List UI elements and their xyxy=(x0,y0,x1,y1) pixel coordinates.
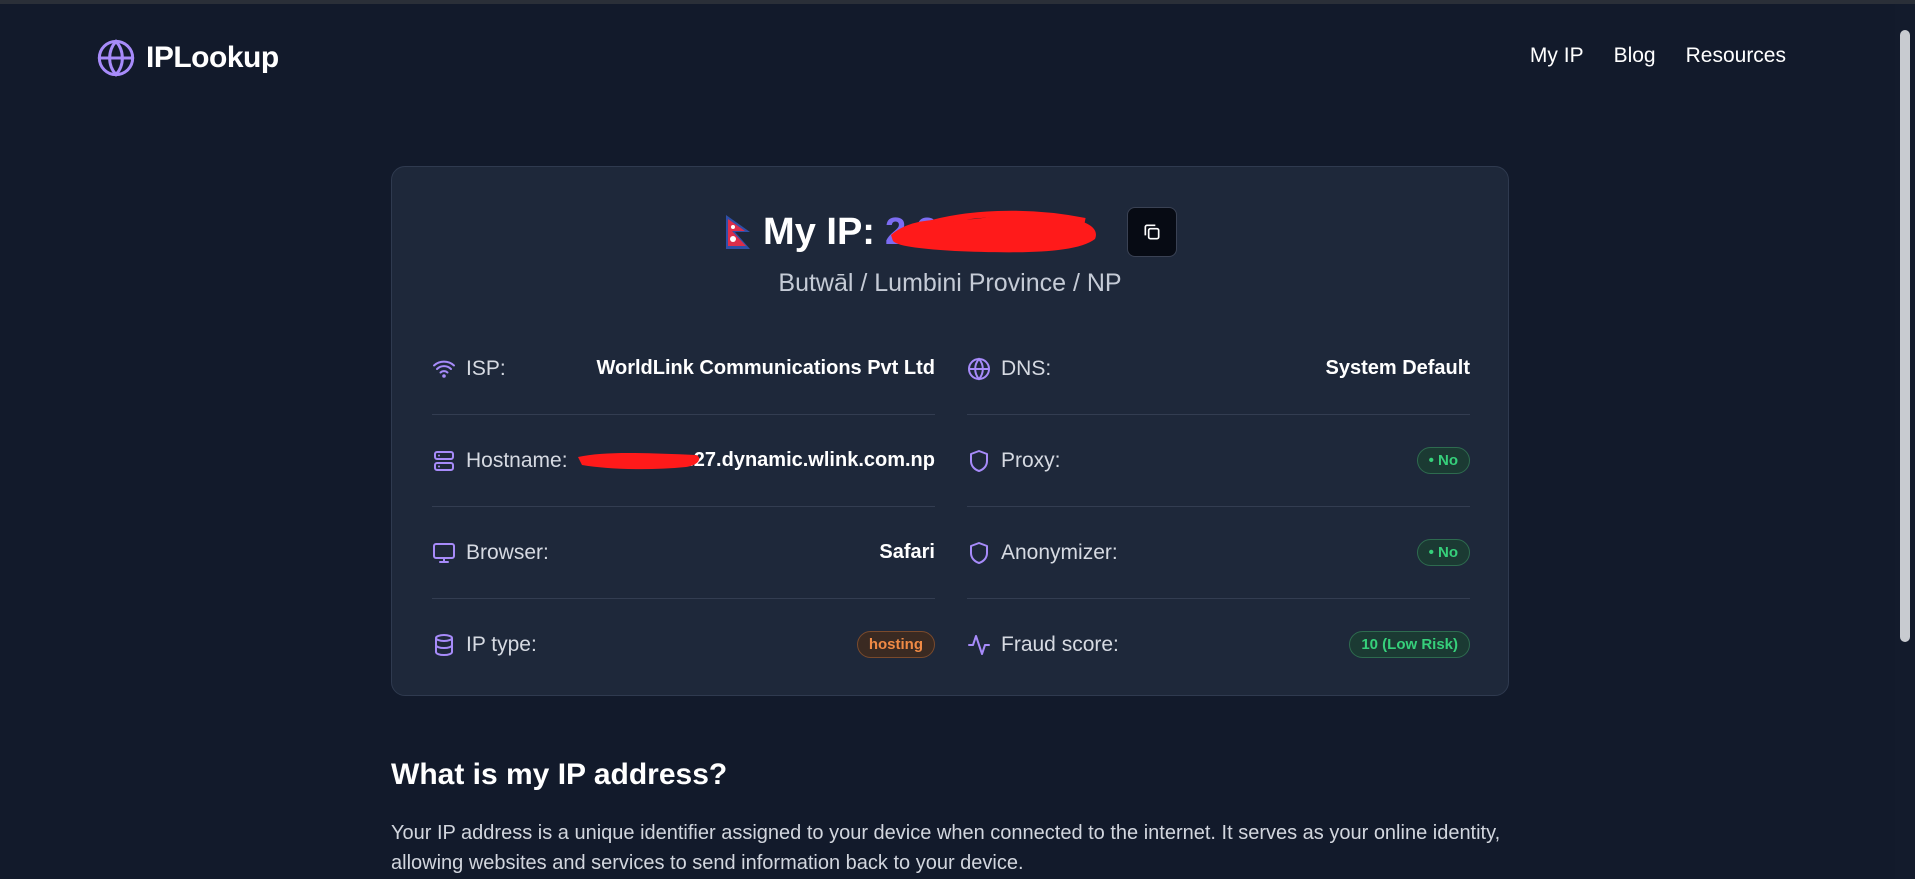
copy-ip-button[interactable] xyxy=(1126,207,1177,257)
detail-row-browser: Browser: Safari xyxy=(432,507,935,599)
ip-info-card: My IP: 2 3 Butwāl / Lumbini Province / N… xyxy=(391,166,1509,696)
proxy-status-badge: • No xyxy=(1416,447,1470,474)
detail-row-dns: DNS: System Default xyxy=(967,323,1470,415)
detail-row-fraud-score: Fraud score: 10 (Low Risk) xyxy=(967,599,1470,690)
ip-type-label: IP type: xyxy=(466,632,537,656)
isp-value: WorldLink Communications Pvt Ltd xyxy=(596,357,935,379)
anonymizer-status-badge: • No xyxy=(1416,539,1470,566)
scrollbar-thumb[interactable] xyxy=(1900,30,1910,642)
article-paragraph: Your IP address is a unique identifier a… xyxy=(391,822,1501,874)
ip-heading: My IP: 2 3 xyxy=(392,207,1508,257)
isp-label: ISP: xyxy=(466,356,506,380)
ip-label: My IP: xyxy=(763,210,875,253)
detail-row-hostname: Hostname: .27.dynamic.wlink.com.np xyxy=(432,415,935,507)
nav-resources[interactable]: Resources xyxy=(1686,44,1786,68)
detail-row-anonymizer: Anonymizer: • No xyxy=(967,507,1470,599)
dns-value: System Default xyxy=(1325,357,1471,379)
browser-value: Safari xyxy=(879,541,935,563)
copy-icon xyxy=(1144,224,1160,240)
redaction-scribble xyxy=(578,453,700,470)
shield-icon xyxy=(970,449,988,472)
globe-icon xyxy=(968,356,990,381)
redaction-scribble xyxy=(890,210,1096,252)
hostname-label: Hostname: xyxy=(466,448,568,472)
hostname-value: .27.dynamic.wlink.com.np xyxy=(578,449,935,472)
nav-my-ip[interactable]: My IP xyxy=(1530,44,1584,68)
database-icon xyxy=(435,633,453,656)
browser-label: Browser: xyxy=(466,540,549,564)
proxy-label: Proxy: xyxy=(1001,448,1061,472)
details-right-column: DNS: System Default Proxy: • No Anonymiz… xyxy=(967,323,1470,690)
anonymizer-label: Anonymizer: xyxy=(1001,540,1118,564)
fraud-score-badge: 10 (Low Risk) xyxy=(1349,631,1470,658)
site-header: IPLookup My IP Blog Resources xyxy=(0,4,1895,104)
article-title: What is my IP address? xyxy=(391,758,728,791)
fraud-score-label: Fraud score: xyxy=(1001,632,1119,656)
detail-row-isp: ISP: WorldLink Communications Pvt Ltd xyxy=(432,323,935,415)
details-left-column: ISP: WorldLink Communications Pvt Ltd Ho… xyxy=(432,323,935,690)
brand-logo[interactable]: IPLookup xyxy=(96,38,279,78)
nepal-flag-icon xyxy=(726,215,751,249)
ip-type-badge: hosting xyxy=(856,631,935,658)
nav-blog[interactable]: Blog xyxy=(1614,44,1656,68)
ip-address-value: 2 3 xyxy=(885,210,1107,254)
detail-row-proxy: Proxy: • No xyxy=(967,415,1470,507)
ip-location: Butwāl / Lumbini Province / NP xyxy=(778,269,1122,297)
page-scrollbar[interactable] xyxy=(1895,4,1915,879)
main-nav: My IP Blog Resources xyxy=(1530,44,1786,68)
server-icon xyxy=(434,450,454,471)
detail-row-ip-type: IP type: hosting xyxy=(432,599,935,690)
dns-label: DNS: xyxy=(1001,356,1052,380)
shield-icon xyxy=(970,541,988,564)
activity-icon xyxy=(968,634,990,655)
globe-icon xyxy=(97,39,135,77)
wifi-icon xyxy=(433,360,455,378)
brand-name: IPLookup xyxy=(146,41,279,74)
monitor-icon xyxy=(433,542,455,563)
